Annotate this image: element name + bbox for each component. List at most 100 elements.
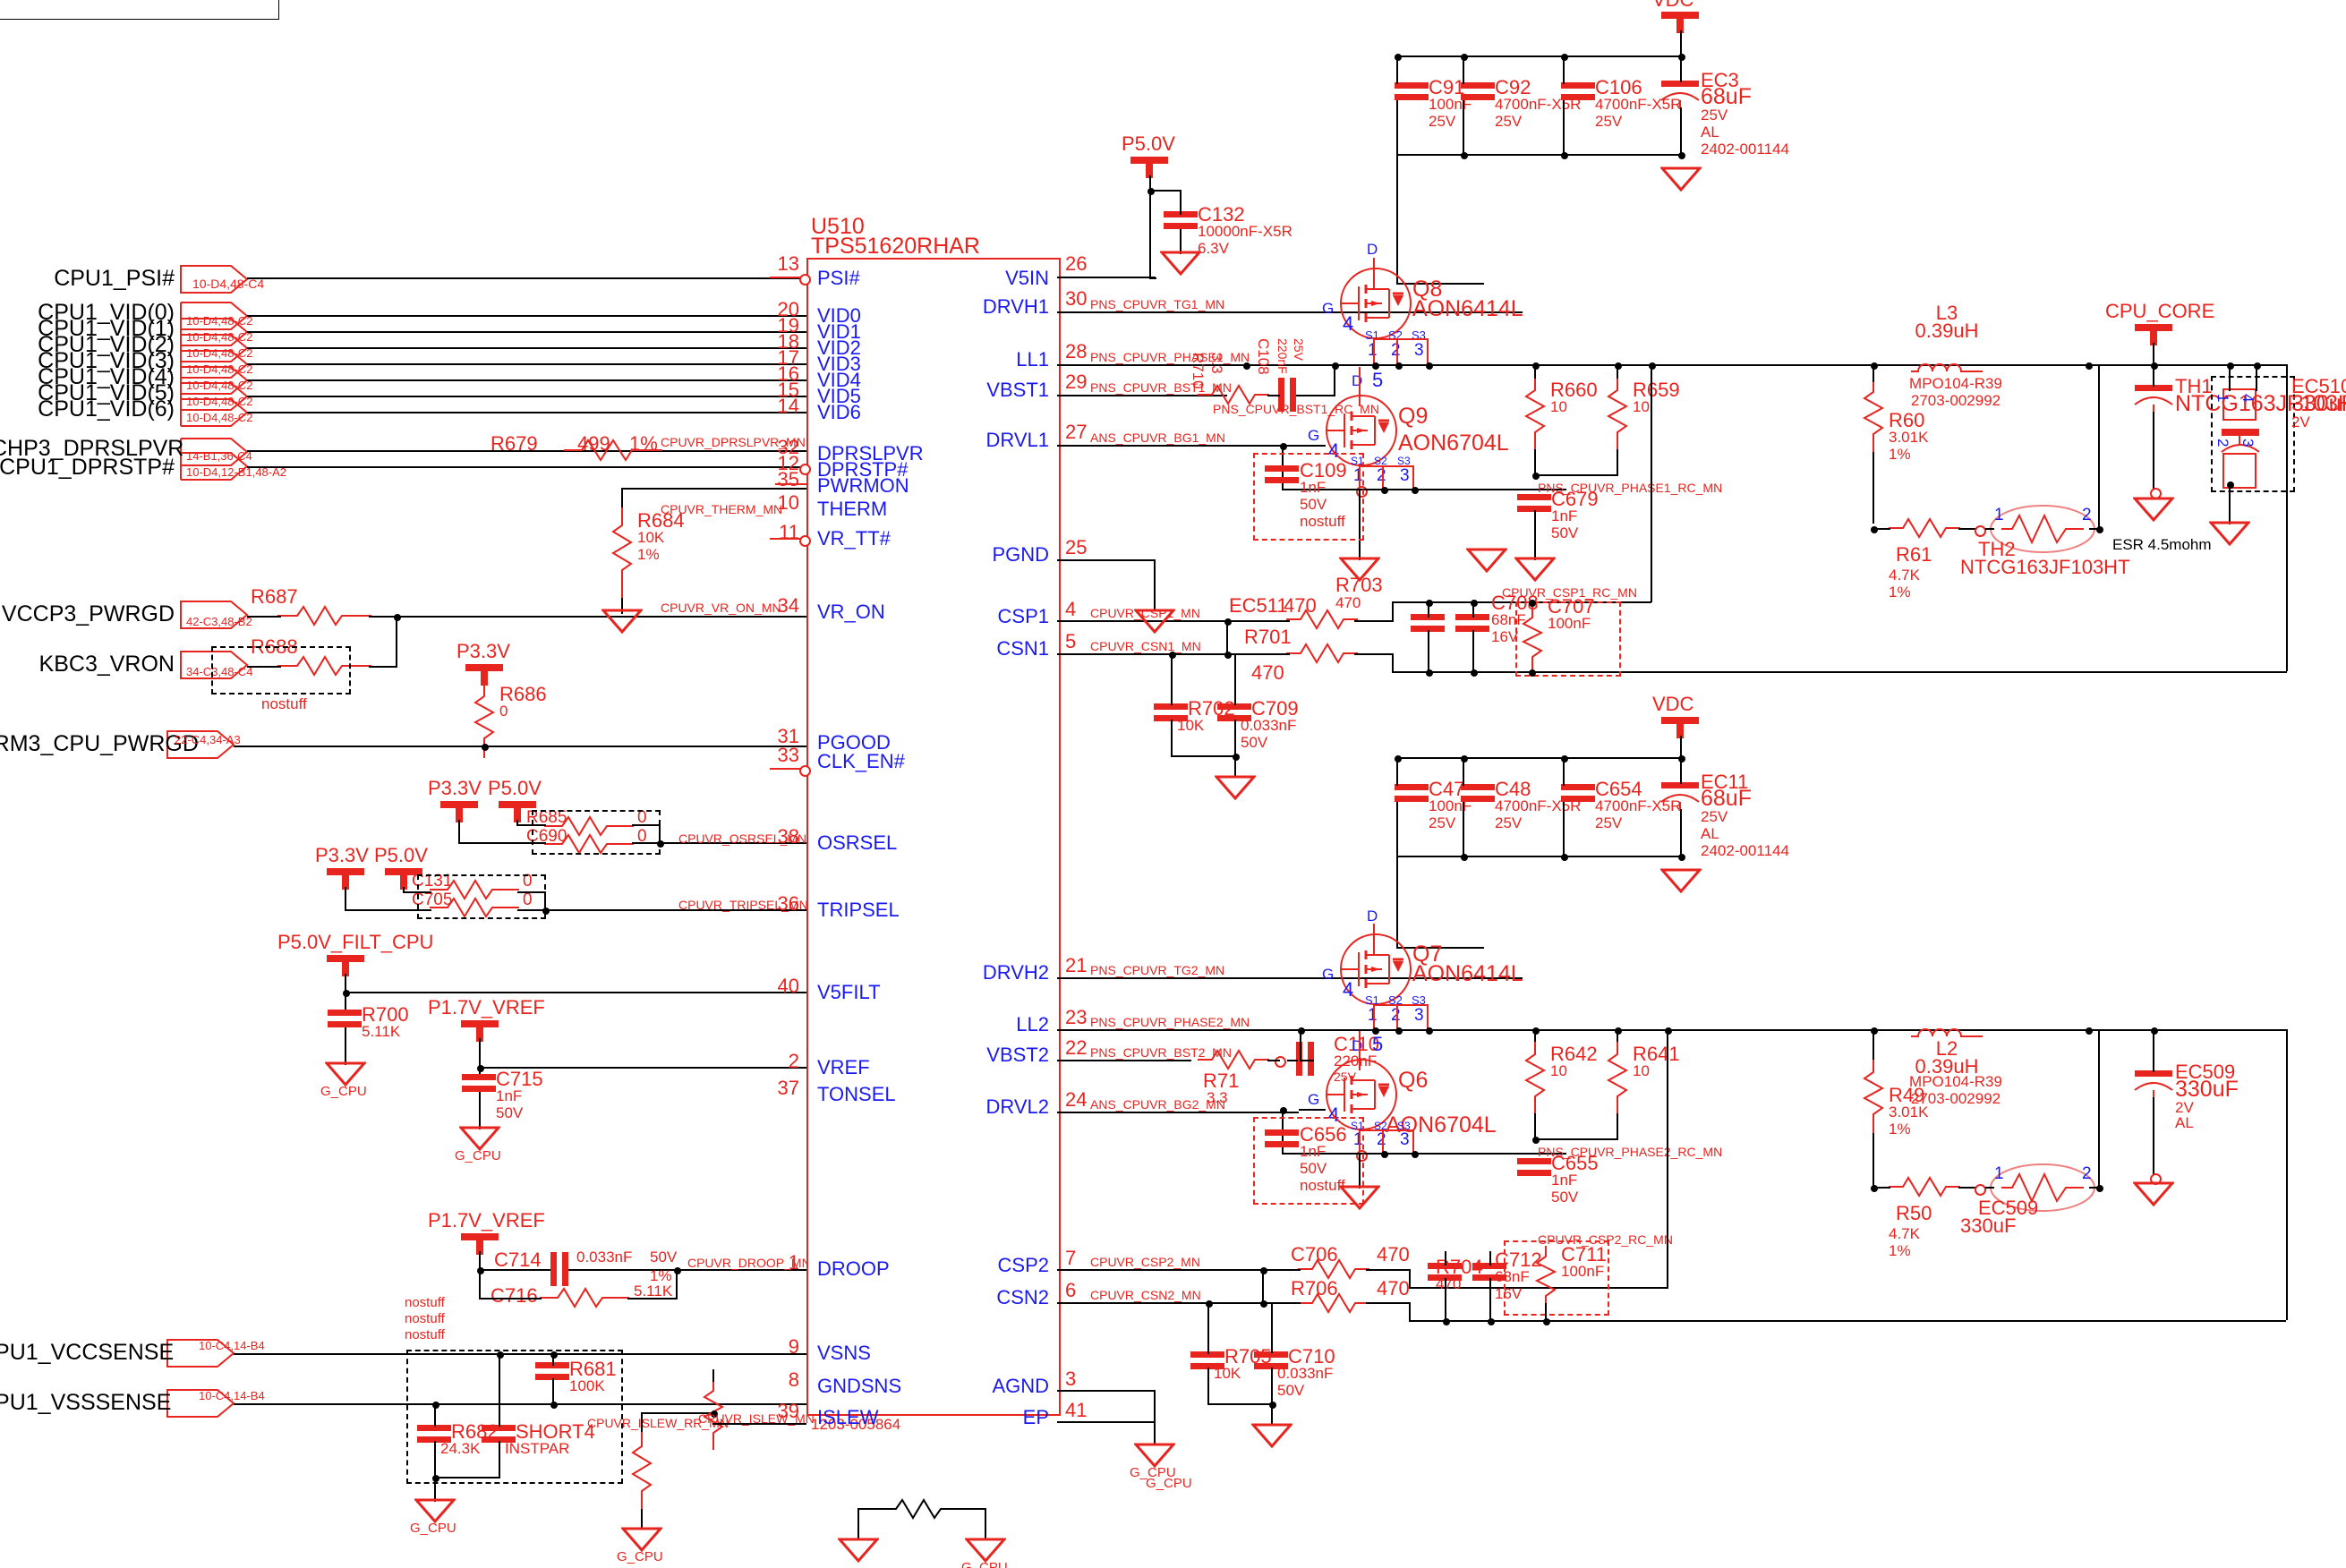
port-label-0: CPU1_PSI# (54, 266, 175, 291)
resistor-R49 (1862, 1056, 1885, 1137)
label-C131: C715 (496, 1068, 543, 1090)
pin-name-drvl1: DRVL1 (985, 429, 1049, 451)
ec511-pin2: 2 (2214, 439, 2231, 447)
label-R49: R49 (1889, 1084, 1925, 1106)
value-R659: 10 (1633, 398, 1650, 415)
value-C710: 10K (1214, 1365, 1241, 1382)
notice-box: IT IS UNSUITABLE FOR PERSONS AUTHORIZED … (0, 0, 279, 20)
net-csp2: CPUVR_CSP2_MN (1090, 1255, 1200, 1269)
value-R702: 100nF (1548, 615, 1591, 632)
port-xref-8: 14-B1,36-C4 (186, 449, 252, 463)
label-C656: C656 (1300, 1123, 1347, 1146)
nostuff-box-R679 (211, 646, 351, 695)
pin-name-csn2: CSN2 (996, 1286, 1049, 1308)
ground-symbol-ec511 (2209, 521, 2250, 546)
port-xref-3: 10-D4,48-C2 (186, 346, 253, 360)
value-R705: 100nF (1561, 1263, 1605, 1280)
net-csp1: CPUVR_CSP1_MN (1090, 606, 1200, 620)
label-R642: R642 (1550, 1043, 1598, 1065)
label-R61: R61 (1896, 543, 1932, 566)
notice-line2: AUTHORIZED BY SAMSUNG. (3, 0, 203, 4)
rail-label-p50v-b: P5.0V (374, 844, 428, 866)
nostuff-note-2: nostuff (405, 1311, 445, 1326)
label-R659: R659 (1633, 379, 1680, 401)
v-C654: 25V (1595, 814, 1623, 831)
pin-name-tripsel: TRIPSEL (817, 899, 900, 921)
esr-label: ESR 4.5mohm (2112, 536, 2212, 553)
tol-R79: 1% (637, 546, 660, 563)
value-TH1: 330uF (1960, 1214, 2017, 1237)
pin-name-csp1: CSP1 (997, 605, 1049, 627)
pin-num-28: 28 (1065, 340, 1088, 362)
label-C91: C91 (1429, 76, 1465, 98)
label-R60: R60 (1889, 409, 1925, 431)
value-R710: 3.3 (1208, 353, 1225, 374)
pin-name-ll2: LL2 (1016, 1013, 1049, 1035)
v-C679: 50V (1551, 524, 1579, 541)
tol-R683: 1% (629, 432, 658, 455)
resistor-R60 (1862, 376, 1885, 456)
pn2-L3: 2703-002992 (1910, 392, 2001, 409)
pin-num-10: 10 (777, 491, 799, 514)
v-C706: 50V (1241, 734, 1268, 751)
label-C705: C714 (494, 1248, 542, 1271)
ground-symbol-c713 (1251, 1423, 1292, 1448)
label-R700: C716 (491, 1284, 538, 1307)
pin-num-34: 34 (777, 594, 799, 617)
mosfet-q7-pin4: 4 (1343, 978, 1354, 1001)
pin-num-13: 13 (777, 252, 799, 275)
pin-num-27: 27 (1065, 421, 1088, 443)
pin-num-5: 5 (1065, 630, 1077, 652)
v-C48: 25V (1495, 814, 1523, 831)
rail-label-p50v-top: P5.0V (1122, 132, 1175, 155)
rail-label-cpu-core: CPU_CORE (2105, 300, 2215, 322)
nostuff-R679: nostuff (261, 695, 307, 712)
mos-q6-p3: 3 (1400, 1130, 1410, 1149)
pin-name-csn1: CSN1 (996, 637, 1049, 660)
resistor-R681 (631, 1430, 653, 1511)
pin-num-40: 40 (777, 975, 799, 997)
pin-num-26: 26 (1065, 252, 1088, 275)
pin-name-therm: THERM (817, 498, 888, 520)
tol-R700: 1% (650, 1267, 672, 1284)
value-R61: 4.7K (1889, 567, 1920, 584)
pin-name-vbst2: VBST2 (986, 1044, 1049, 1066)
ground-symbol-c679 (1514, 557, 1556, 582)
port-xref-14: 10-C4,14-B4 (199, 1389, 265, 1402)
v-C92: 25V (1495, 113, 1523, 130)
pin-name-droop: DROOP (817, 1257, 890, 1280)
tol-R49: 1% (1889, 1121, 1911, 1138)
pin-name-pgnd: PGND (992, 543, 1049, 566)
port-label-9: CPU1_DPRSTP# (0, 455, 175, 480)
port-label-14: CPU1_VSSSENSE (0, 1390, 172, 1415)
value-C706: 0.033nF (1241, 717, 1297, 734)
v-EC511: 2V (2291, 413, 2310, 430)
v-C707: 16V (1491, 628, 1519, 645)
pin-name-clken: CLK_EN# (817, 750, 905, 772)
value-C91: 100nF (1429, 96, 1472, 113)
label-C708: R703 (1335, 574, 1383, 596)
ec511-pin4: 4 (2239, 394, 2256, 403)
pin-name-drvl2: DRVL2 (985, 1095, 1049, 1118)
nostuff-box-R685 (417, 874, 546, 919)
value-R71: 3.3 (1207, 1089, 1228, 1106)
v-C108: 25V (1292, 338, 1306, 361)
pin-name-v5filt: V5FILT (817, 981, 881, 1003)
ground-symbol-short4-a (838, 1538, 879, 1563)
value-C47: 100nF (1429, 797, 1472, 814)
rail-label-p50v-filt: P5.0V_FILT_CPU (277, 931, 434, 953)
ground-symbol-r681 (621, 1527, 662, 1552)
value-C679: 1nF (1551, 507, 1578, 524)
pin-name-vrtt: VR_TT# (817, 527, 891, 550)
value-C716: INSTPAR (505, 1440, 570, 1457)
pin-name-gndsns: GNDSNS (817, 1375, 902, 1397)
pin-num-21: 21 (1065, 954, 1088, 976)
pin-num-7: 7 (1065, 1247, 1077, 1269)
gnd-label-r681: G_CPU (617, 1549, 663, 1564)
rail-label-p17v-a: P1.7V_VREF (428, 996, 545, 1018)
port-label-12: PRM3_CPU_PWRGD (0, 731, 199, 756)
port-xref-2: 10-D4,48-C2 (186, 330, 253, 344)
pin-num-35: 35 (777, 468, 799, 490)
value-Q7: AON6414L (1412, 961, 1523, 986)
rail-label-p33v-r684: P3.3V (456, 640, 510, 662)
